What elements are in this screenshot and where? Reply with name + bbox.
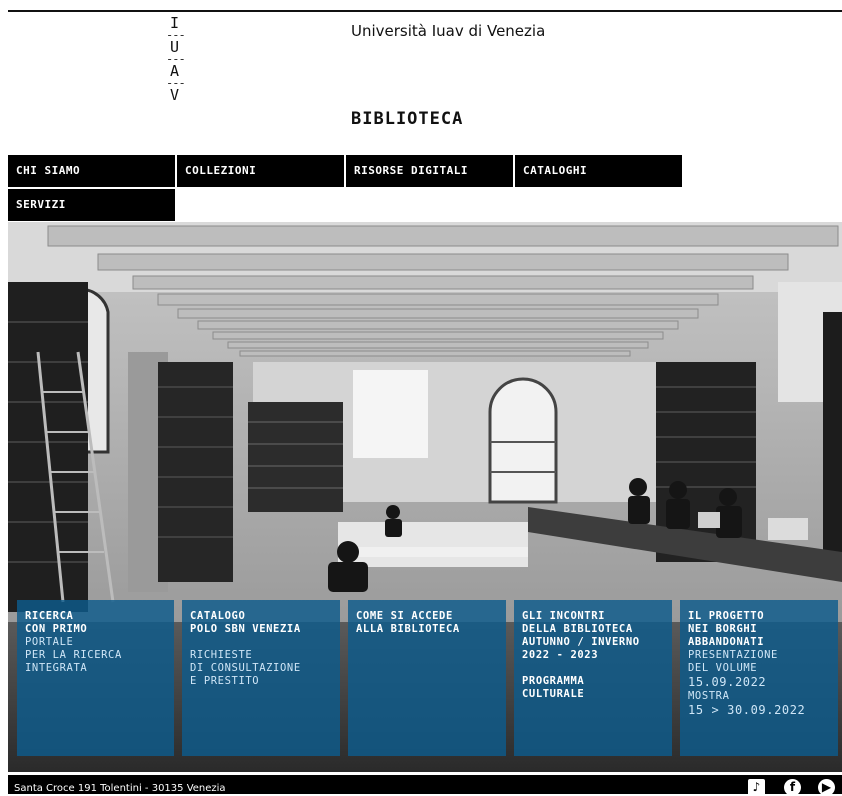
tile-text-line: CULTURALE <box>522 688 585 700</box>
tile-text-line: RICHIESTE <box>190 649 253 661</box>
tile-text-line: NEI BORGHI <box>688 623 758 635</box>
tile-incontri-biblioteca[interactable]: GLI INCONTRI DELLA BIBLIOTECA AUTUNNO / IN… <box>514 600 672 756</box>
tile-spacer <box>522 662 664 675</box>
tile-text-line: 15 > 30.09.2022 <box>688 703 806 717</box>
footer-address: Santa Croce 191 Tolentini - 30135 Venezi… <box>14 783 226 794</box>
tile-text-line: MOSTRA <box>688 690 730 702</box>
nav-chi-siamo[interactable]: CHI SIAMO <box>8 155 175 187</box>
tile-text-line: POLO SBN VENEZIA <box>190 623 301 635</box>
tile-text-line: INTEGRATA <box>25 662 88 674</box>
tile-text-line: PRESENTAZIONE <box>688 649 778 661</box>
tile-text-line: 15.09.2022 <box>688 675 767 689</box>
university-name[interactable]: Università Iuav di Venezia <box>351 22 545 40</box>
nav-collezioni[interactable]: COLLEZIONI <box>177 155 344 187</box>
tile-text-line: PER LA RICERCA <box>25 649 122 661</box>
tile-progetto-borghi[interactable]: IL PROGETTO NEI BORGHI ABBANDONATI PRESENTA… <box>680 600 838 756</box>
tile-text-line: GLI INCONTRI <box>522 610 606 622</box>
tile-text-line: IL PROGETTO <box>688 610 765 622</box>
nav-cataloghi[interactable]: CATALOGHI <box>515 155 682 187</box>
logo-letter: V <box>170 86 180 104</box>
iuav-logo[interactable]: I --- U --- A --- V <box>166 16 206 103</box>
tile-text-line: PROGRAMMA <box>522 675 585 687</box>
nav-risorse-digitali[interactable]: RISORSE DIGITALI <box>346 155 513 187</box>
nav-servizi[interactable]: SERVIZI <box>8 189 175 221</box>
tile-text-line: COME SI ACCEDE <box>356 610 453 622</box>
tile-text-line: ABBANDONATI <box>688 636 765 648</box>
youtube-icon[interactable]: ▶ <box>818 779 835 796</box>
footer: Santa Croce 191 Tolentini - 30135 Venezi… <box>8 772 842 796</box>
library-title[interactable]: BIBLIOTECA <box>351 109 463 129</box>
tile-text-line: DEL VOLUME <box>688 662 758 674</box>
tile-text-line: AUTUNNO / INVERNO <box>522 636 640 648</box>
tile-text-line: PORTALE <box>25 636 74 648</box>
tile-text-line: ALLA BIBLIOTECA <box>356 623 460 635</box>
tile-ricerca-primo[interactable]: RICERCA CON PRIMO PORTALE PER LA RICERCA INT… <box>17 600 174 756</box>
tile-catalogo-sbn[interactable]: CATALOGO POLO SBN VENEZIA RICHIESTE DI CONS… <box>182 600 340 756</box>
tile-text-line: 2022 - 2023 <box>522 649 599 661</box>
tile-text-line: CON PRIMO <box>25 623 88 635</box>
tile-text-line: DI CONSULTAZIONE <box>190 662 301 674</box>
tile-come-si-accede[interactable]: COME SI ACCEDE ALLA BIBLIOTECA <box>348 600 506 756</box>
tile-spacer <box>190 636 332 649</box>
tile-text-line: DELLA BIBLIOTECA <box>522 623 633 635</box>
tile-text-line: E PRESTITO <box>190 675 260 687</box>
facebook-icon[interactable]: f <box>784 779 801 796</box>
tile-text-line: CATALOGO <box>190 610 246 622</box>
tiktok-icon[interactable]: ♪ <box>748 779 765 796</box>
tile-text-line: RICERCA <box>25 610 74 622</box>
